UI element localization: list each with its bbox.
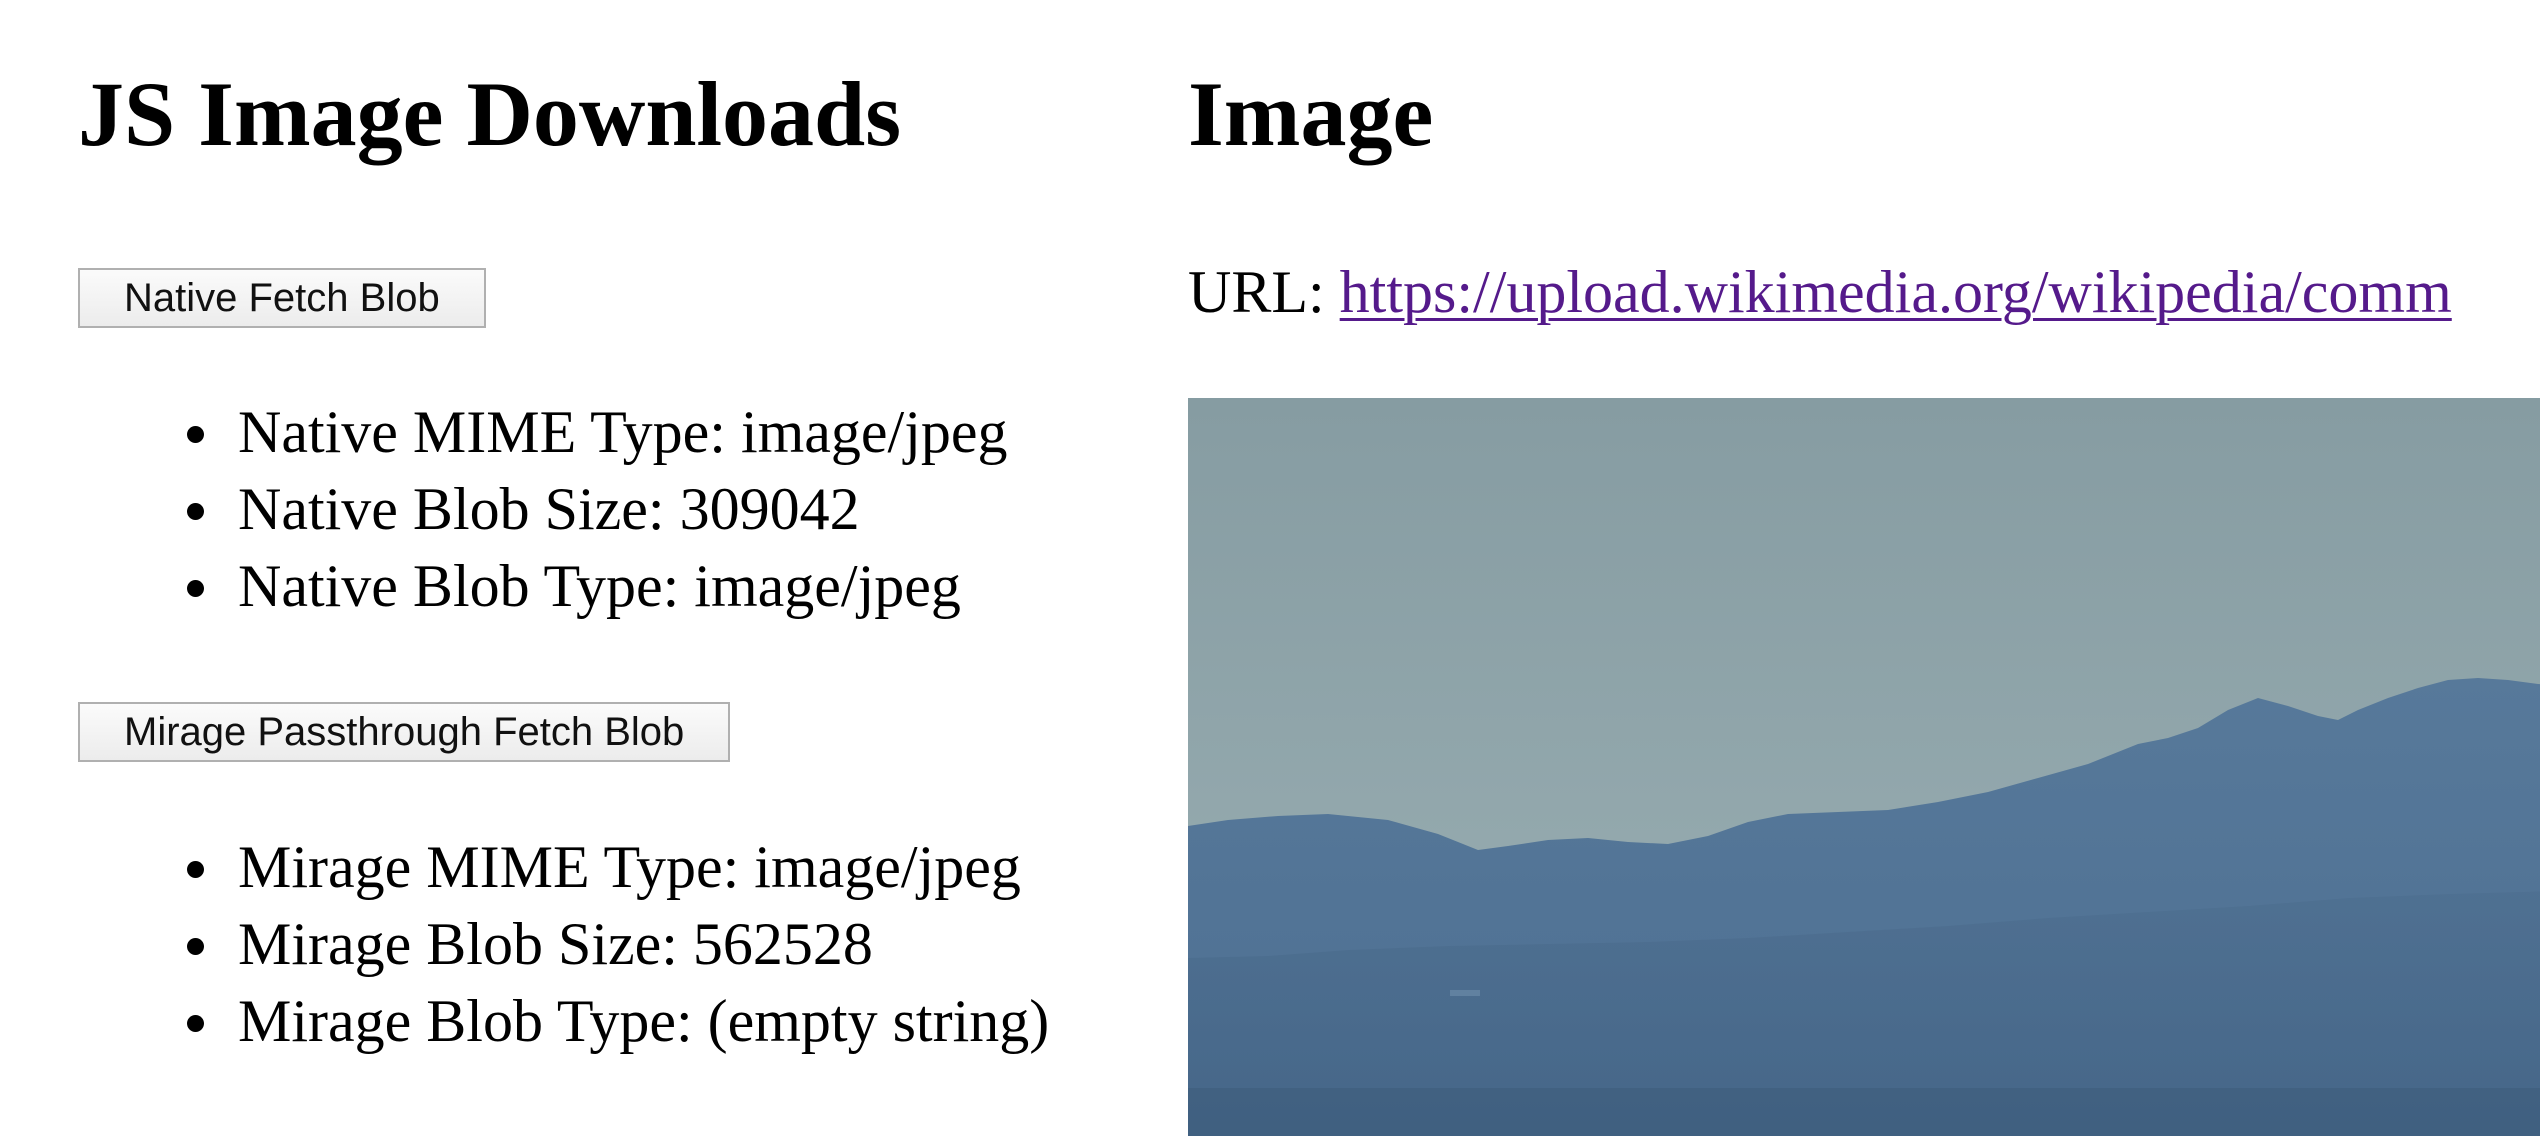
mirage-results-list: Mirage MIME Type: image/jpeg Mirage Blob… xyxy=(78,829,1049,1060)
url-line: URL: https://upload.wikimedia.org/wikipe… xyxy=(1188,256,2452,328)
image-url-link[interactable]: https://upload.wikimedia.org/wikipedia/c… xyxy=(1340,259,2452,325)
native-fetch-blob-button[interactable]: Native Fetch Blob xyxy=(78,268,486,328)
mirage-passthrough-fetch-blob-button[interactable]: Mirage Passthrough Fetch Blob xyxy=(78,702,731,762)
list-item: Native MIME Type: image/jpeg xyxy=(78,394,1008,471)
page-title: JS Image Downloads xyxy=(78,63,902,165)
list-item: Mirage MIME Type: image/jpeg xyxy=(78,829,1049,906)
list-item: Mirage Blob Type: (empty string) xyxy=(78,983,1049,1060)
right-column: Image URL: https://upload.wikimedia.org/… xyxy=(1188,0,2540,1136)
list-item: Native Blob Type: image/jpeg xyxy=(78,548,1008,625)
list-item: Mirage Blob Size: 562528 xyxy=(78,906,1049,983)
url-label: URL: xyxy=(1188,259,1325,325)
list-item: Native Blob Size: 309042 xyxy=(78,471,1008,548)
mountain-landscape-image xyxy=(1188,398,2540,1136)
image-section-title: Image xyxy=(1188,63,1434,165)
native-results-list: Native MIME Type: image/jpeg Native Blob… xyxy=(78,394,1008,625)
